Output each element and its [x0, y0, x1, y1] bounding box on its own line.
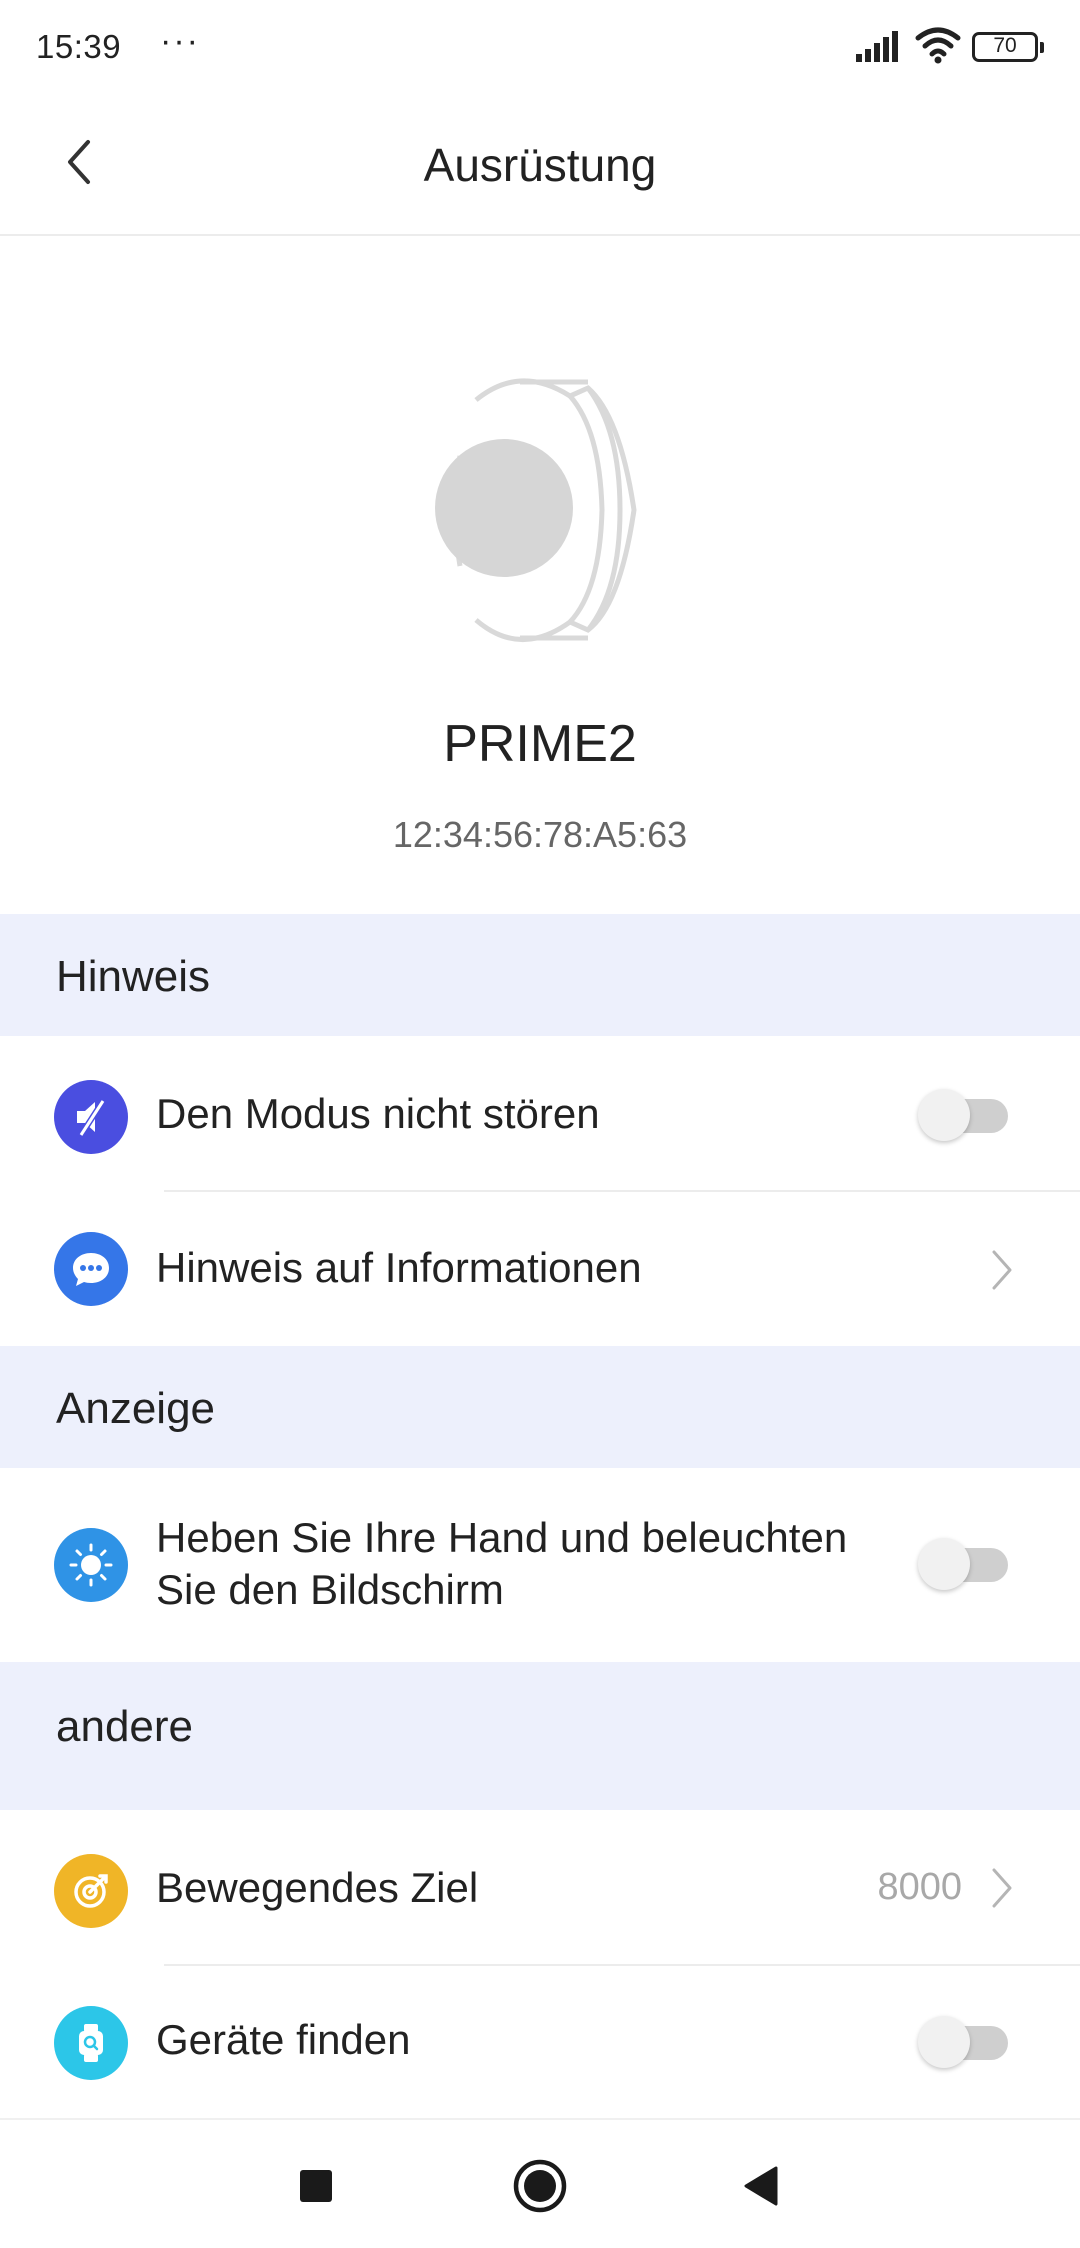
status-more-dots: ··· — [160, 22, 200, 60]
system-nav-bar — [0, 2118, 1080, 2248]
battery-level: 70 — [993, 34, 1017, 57]
home-button[interactable] — [500, 2146, 580, 2226]
target-icon — [54, 1854, 128, 1928]
find-device-toggle[interactable] — [918, 2016, 1008, 2068]
row-movement-goal[interactable]: Bewegendes Ziel 8000 — [0, 1810, 1080, 1966]
toggle-knob — [918, 1089, 970, 1141]
row-label: Den Modus nicht stören — [156, 1090, 600, 1137]
section-header-hinweis: Hinweis — [0, 914, 1080, 1036]
app-header: Ausrüstung — [0, 96, 1080, 236]
find-watch-icon — [54, 2006, 128, 2080]
row-label: Bewegendes Ziel — [156, 1864, 479, 1911]
battery-indicator: 70 — [972, 32, 1044, 62]
device-mac-address: 12:34:56:78:A5:63 — [392, 814, 688, 855]
section-header-anzeige: Anzeige — [0, 1346, 1080, 1468]
chevron-right-icon — [982, 1858, 1022, 1918]
row-find-device: Geräte finden — [0, 1966, 1080, 2118]
section-title: andere — [56, 1702, 194, 1751]
smartwatch-icon — [435, 378, 637, 642]
brightness-icon — [54, 1528, 128, 1602]
page-title: Ausrüstung — [423, 139, 657, 191]
do-not-disturb-toggle[interactable] — [918, 1089, 1008, 1141]
home-circle-icon — [513, 2159, 567, 2213]
device-name: PRIME2 — [443, 715, 637, 773]
toggle-knob — [918, 1538, 970, 1590]
wifi-icon — [915, 27, 961, 64]
back-triangle-icon — [744, 2166, 778, 2206]
row-do-not-disturb: Den Modus nicht stören — [0, 1036, 1080, 1192]
section-header-andere: andere — [0, 1662, 1080, 1810]
back-nav-button[interactable] — [720, 2146, 800, 2226]
row-label-line-1: Heben Sie Ihre Hand und beleuchten — [156, 1514, 848, 1561]
row-label-line-2: Sie den Bildschirm — [156, 1566, 504, 1613]
message-icon — [54, 1232, 128, 1306]
row-label: Hinweis auf Informationen — [156, 1244, 642, 1291]
toggle-knob — [918, 2016, 970, 2068]
mute-icon — [54, 1080, 128, 1154]
recents-square-icon — [300, 2170, 332, 2202]
chevron-right-icon — [982, 1240, 1022, 1300]
signal-icon — [856, 31, 898, 62]
movement-goal-value: 8000 — [877, 1866, 962, 1908]
status-time: 15:39 — [36, 28, 122, 65]
row-info-notification[interactable]: Hinweis auf Informationen — [0, 1192, 1080, 1346]
status-bar: 15:39 ··· 70 — [0, 0, 1080, 96]
section-title: Anzeige — [56, 1384, 216, 1433]
recents-button[interactable] — [276, 2146, 356, 2226]
raise-to-wake-toggle[interactable] — [918, 1538, 1008, 1590]
section-title: Hinweis — [56, 952, 211, 1001]
row-label: Geräte finden — [156, 2016, 411, 2063]
row-raise-to-wake: Heben Sie Ihre Hand und beleuchten Sie d… — [0, 1468, 1080, 1662]
